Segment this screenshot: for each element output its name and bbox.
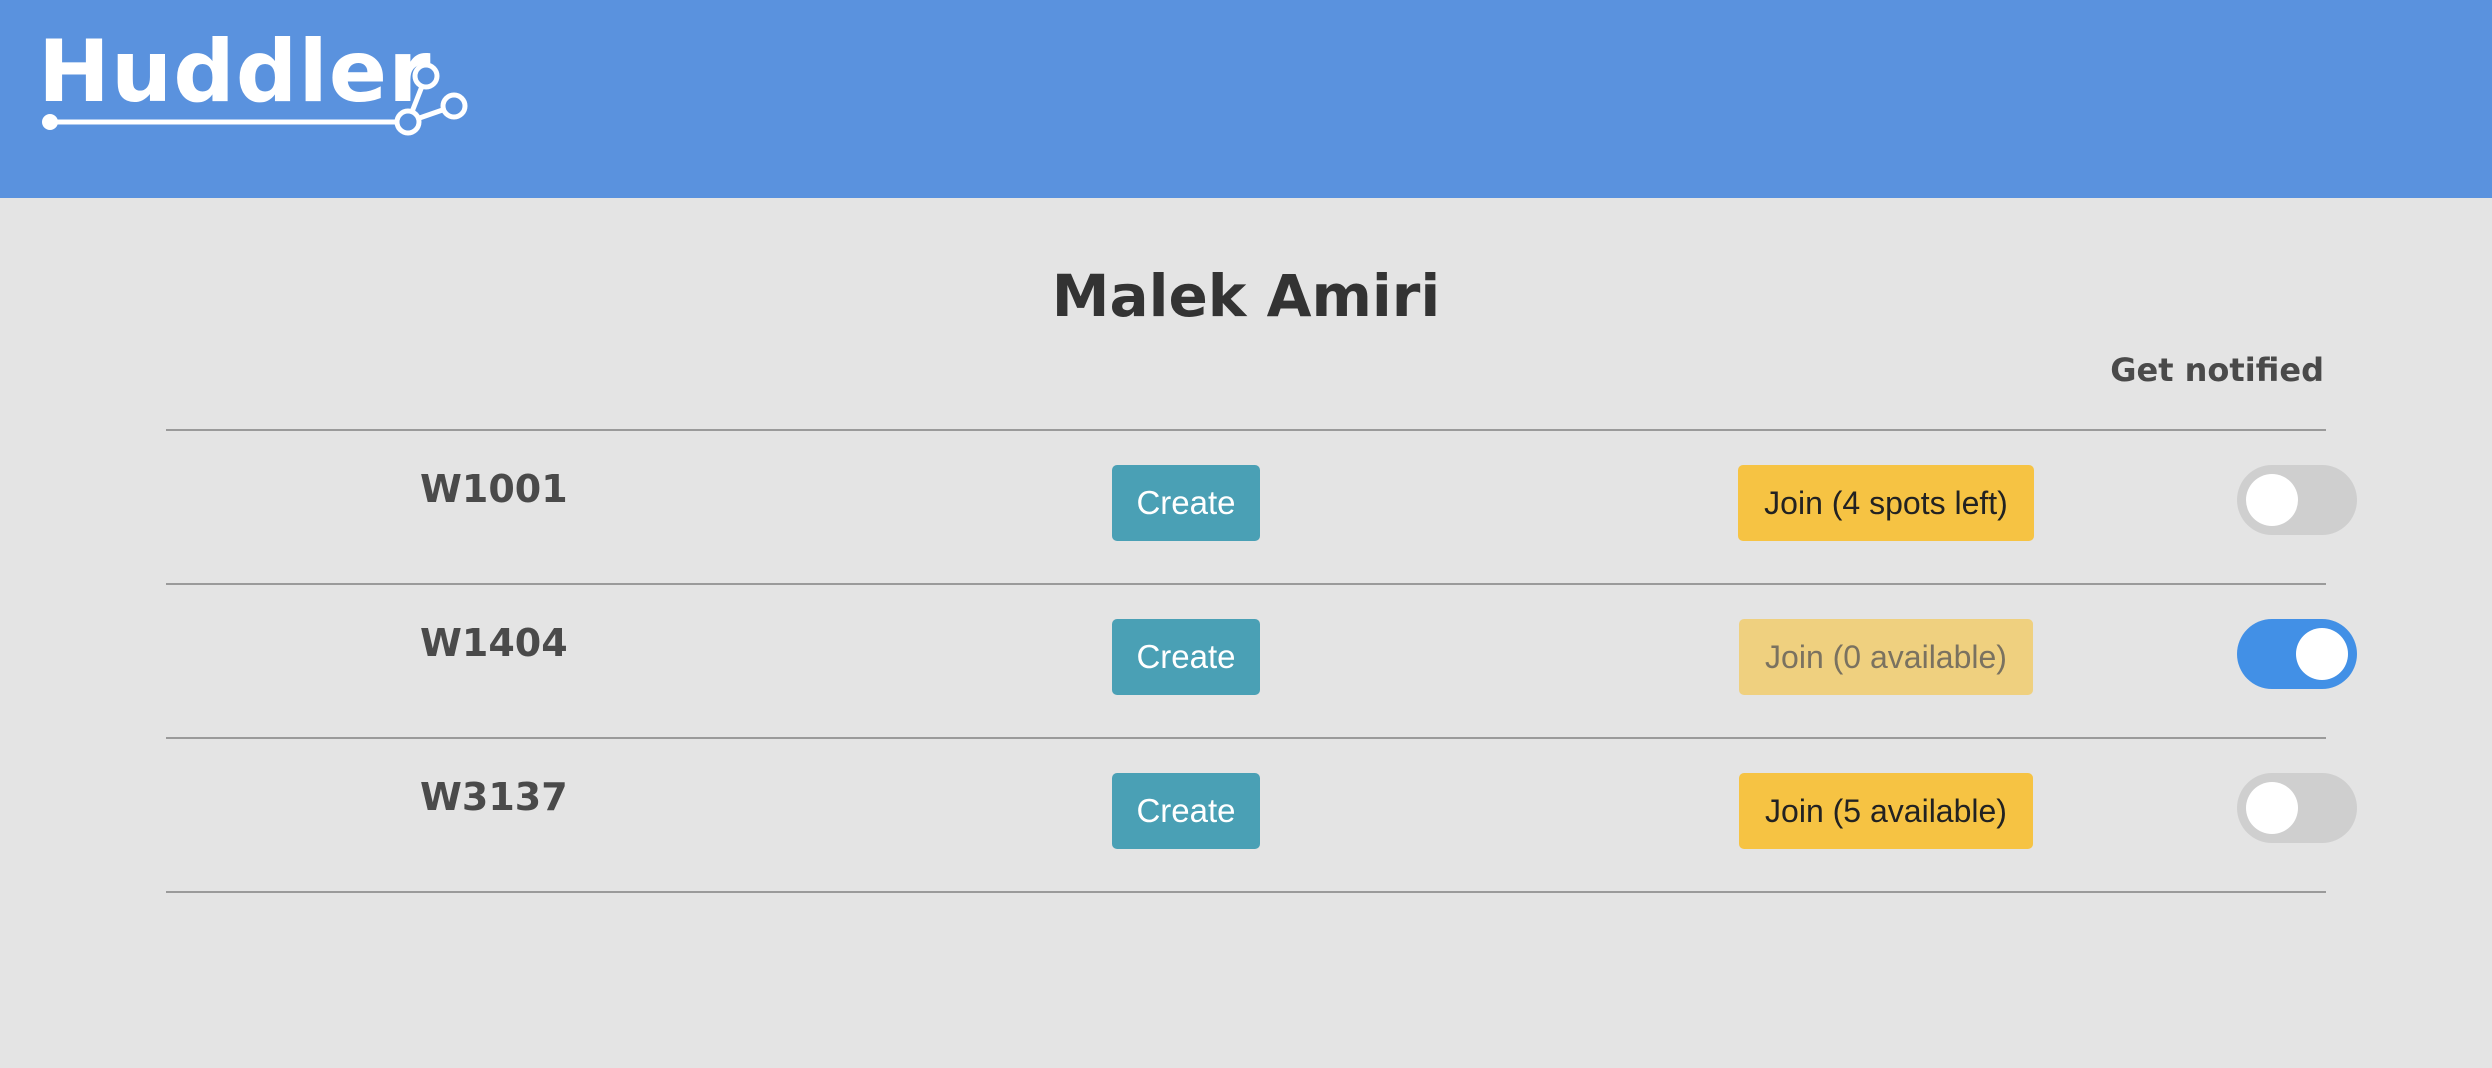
toggle-knob [2296,628,2348,680]
app-header: Huddler [0,0,2492,198]
course-list: W1001 Create Join (4 spots left) W1404 C… [166,429,2357,893]
join-button[interactable]: Join (5 available) [1739,773,2033,849]
toggle-knob [2246,474,2298,526]
course-code: W1404 [420,621,568,665]
join-button[interactable]: Join (4 spots left) [1738,465,2034,541]
notify-toggle[interactable] [2237,773,2357,843]
course-row: W3137 Create Join (5 available) [166,737,2357,893]
create-button[interactable]: Create [1112,465,1260,541]
main-content: Malek Amiri Get notified W1001 Create Jo… [0,198,2492,1068]
create-button[interactable]: Create [1112,773,1260,849]
network-graph-icon [42,62,468,136]
page-title: Malek Amiri [1051,262,1441,330]
create-button[interactable]: Create [1112,619,1260,695]
course-row: W1001 Create Join (4 spots left) [166,429,2357,583]
notify-toggle[interactable] [2237,619,2357,689]
course-code: W3137 [420,775,568,819]
huddler-logo[interactable]: Huddler [36,22,476,140]
notify-toggle[interactable] [2237,465,2357,535]
course-code: W1001 [420,467,568,511]
join-button[interactable]: Join (0 available) [1739,619,2033,695]
notify-column-header: Get notified [2110,351,2324,389]
course-row: W1404 Create Join (0 available) [166,583,2357,737]
toggle-knob [2246,782,2298,834]
